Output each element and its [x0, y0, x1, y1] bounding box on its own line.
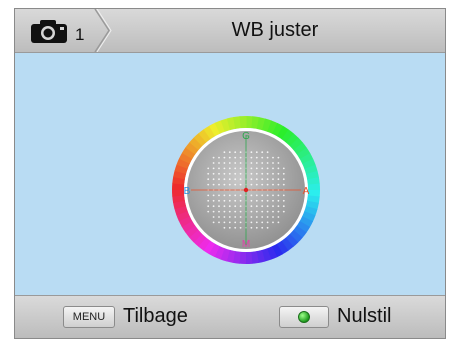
wb-wheel-graphic: G M B A — [172, 116, 320, 264]
wb-adjust-screen: 1 WB juster G M B A MENU Tilbage Nulstil — [14, 8, 446, 339]
wb-color-wheel[interactable]: G M B A — [169, 113, 323, 267]
header-bar: 1 WB juster — [15, 9, 445, 53]
back-label: Tilbage — [123, 305, 188, 327]
axis-label-b: B — [184, 186, 191, 197]
footer-bar: MENU Tilbage Nulstil — [15, 295, 445, 338]
axis-label-a: A — [303, 186, 310, 197]
page-title: WB juster — [231, 19, 319, 41]
wb-cursor-dot[interactable] — [243, 187, 249, 193]
camera-icon — [31, 20, 67, 43]
axis-label-m: M — [242, 239, 250, 250]
ok-button[interactable] — [279, 306, 329, 328]
menu-button[interactable]: MENU — [63, 306, 115, 328]
tab-divider-chevron — [94, 9, 112, 52]
axis-label-g: G — [242, 131, 250, 142]
camera-mode-number: 1 — [75, 25, 85, 44]
ok-dot-icon — [298, 311, 310, 323]
reset-label: Nulstil — [337, 305, 392, 327]
